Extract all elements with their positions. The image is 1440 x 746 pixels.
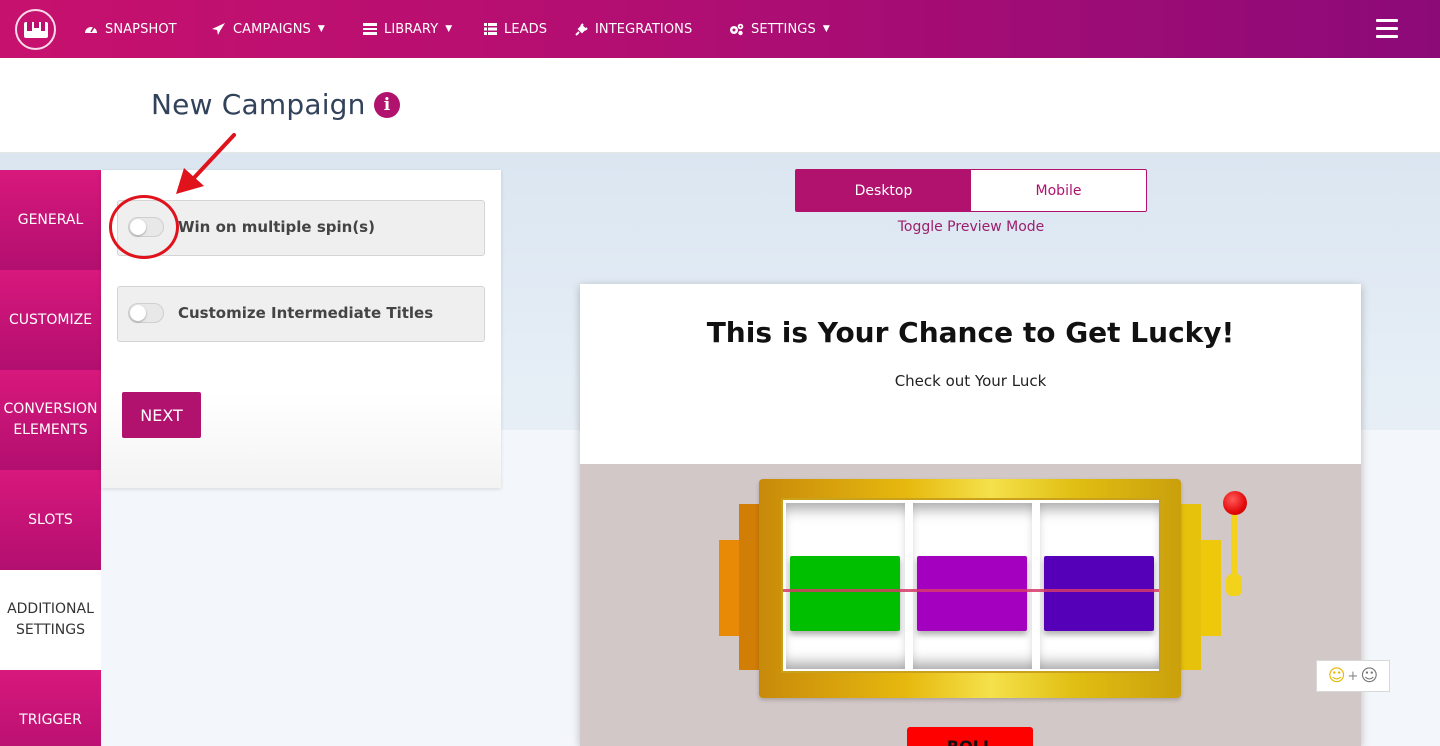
- chevron-down-icon: ▼: [317, 24, 325, 34]
- nav-leads[interactable]: LEADS: [484, 0, 547, 58]
- slot-right-outer-pillar: [1201, 540, 1221, 636]
- nav-leads-label: LEADS: [504, 21, 548, 37]
- smiley-outline-icon: ☺: [1360, 666, 1379, 686]
- slot-reel-2: [913, 503, 1032, 669]
- slot-machine-frame: [759, 479, 1181, 698]
- sidebar-tab-trigger[interactable]: TRIGGER: [0, 670, 101, 746]
- settings-sidebar: GENERAL CUSTOMIZE CONVERSION ELEMENTS SL…: [0, 170, 101, 746]
- slot-lever-base: [1226, 574, 1242, 596]
- preview-mode-caption: Toggle Preview Mode: [897, 219, 1045, 235]
- annotation-arrow-icon: [176, 133, 236, 194]
- customize-intermediate-titles-option[interactable]: Customize Intermediate Titles: [117, 286, 485, 342]
- emoji-feedback-widget[interactable]: ☺ + ☺: [1316, 660, 1390, 692]
- logo-icon: [23, 21, 48, 38]
- slot-reel-1: [786, 503, 905, 669]
- cogs-icon: [729, 23, 744, 36]
- info-icon[interactable]: i: [374, 92, 400, 118]
- nav-integrations[interactable]: INTEGRATIONS: [575, 0, 692, 58]
- library-icon: [363, 23, 377, 35]
- annotation-circle: [109, 195, 179, 259]
- nav-settings[interactable]: SETTINGS ▼: [729, 0, 830, 58]
- sidebar-tab-conversion-elements[interactable]: CONVERSION ELEMENTS: [0, 370, 101, 470]
- nav-snapshot[interactable]: SNAPSHOT: [84, 0, 177, 58]
- app-logo[interactable]: [15, 9, 56, 50]
- slot-reels-window: [781, 498, 1161, 673]
- dashboard-icon: [84, 23, 98, 35]
- nav-campaigns[interactable]: CAMPAIGNS ▼: [212, 0, 325, 58]
- paper-plane-icon: [212, 22, 226, 36]
- nav-settings-label: SETTINGS: [751, 21, 816, 37]
- page-title: New Campaign: [151, 88, 366, 121]
- preview-mobile-button[interactable]: Mobile: [971, 170, 1146, 211]
- preview-subtitle: Check out Your Luck: [894, 372, 1047, 390]
- next-button[interactable]: NEXT: [122, 392, 201, 438]
- win-multiple-spins-label: Win on multiple spin(s): [178, 218, 375, 236]
- sidebar-tab-general[interactable]: GENERAL: [0, 170, 101, 270]
- hamburger-menu-icon[interactable]: [1376, 19, 1398, 39]
- preview-mode-toggle: Desktop Mobile: [795, 169, 1147, 212]
- customize-intermediate-titles-label: Customize Intermediate Titles: [178, 304, 434, 322]
- customize-intermediate-titles-toggle[interactable]: [128, 303, 164, 323]
- slot-payline: [783, 589, 1159, 592]
- slot-left-inner-pillar: [739, 504, 761, 670]
- nav-library-label: LIBRARY: [384, 21, 439, 37]
- slot-reel-3: [1040, 503, 1159, 669]
- slot-lever-knob[interactable]: [1223, 491, 1247, 515]
- plus-icon: +: [1347, 668, 1359, 684]
- reel-symbol-green: [790, 556, 900, 631]
- nav-snapshot-label: SNAPSHOT: [105, 21, 177, 37]
- nav-campaigns-label: CAMPAIGNS: [233, 21, 311, 37]
- sidebar-tab-customize[interactable]: CUSTOMIZE: [0, 270, 101, 370]
- chevron-down-icon: ▼: [445, 24, 453, 34]
- chevron-down-icon: ▼: [822, 24, 830, 34]
- reel-symbol-purple: [917, 556, 1027, 631]
- reel-symbol-violet: [1044, 556, 1154, 631]
- list-icon: [484, 23, 497, 35]
- slot-machine-area: ROLL: [580, 464, 1361, 746]
- sidebar-tab-additional-settings[interactable]: ADDITIONAL SETTINGS: [0, 570, 101, 670]
- plug-icon: [575, 22, 588, 36]
- nav-integrations-label: INTEGRATIONS: [595, 21, 693, 37]
- nav-library[interactable]: LIBRARY ▼: [363, 0, 452, 58]
- top-navbar: SNAPSHOT CAMPAIGNS ▼ LIBRARY ▼ LEADS INT…: [0, 0, 1440, 58]
- campaign-preview: This is Your Chance to Get Lucky! Check …: [580, 284, 1361, 746]
- roll-button[interactable]: ROLL: [907, 727, 1033, 746]
- sidebar-tab-slots[interactable]: SLOTS: [0, 470, 101, 570]
- slot-right-inner-pillar: [1179, 504, 1201, 670]
- preview-title: This is Your Chance to Get Lucky!: [706, 316, 1235, 349]
- preview-desktop-button[interactable]: Desktop: [796, 170, 971, 211]
- smiley-icon: ☺: [1327, 666, 1346, 686]
- slot-left-outer-pillar: [719, 540, 739, 636]
